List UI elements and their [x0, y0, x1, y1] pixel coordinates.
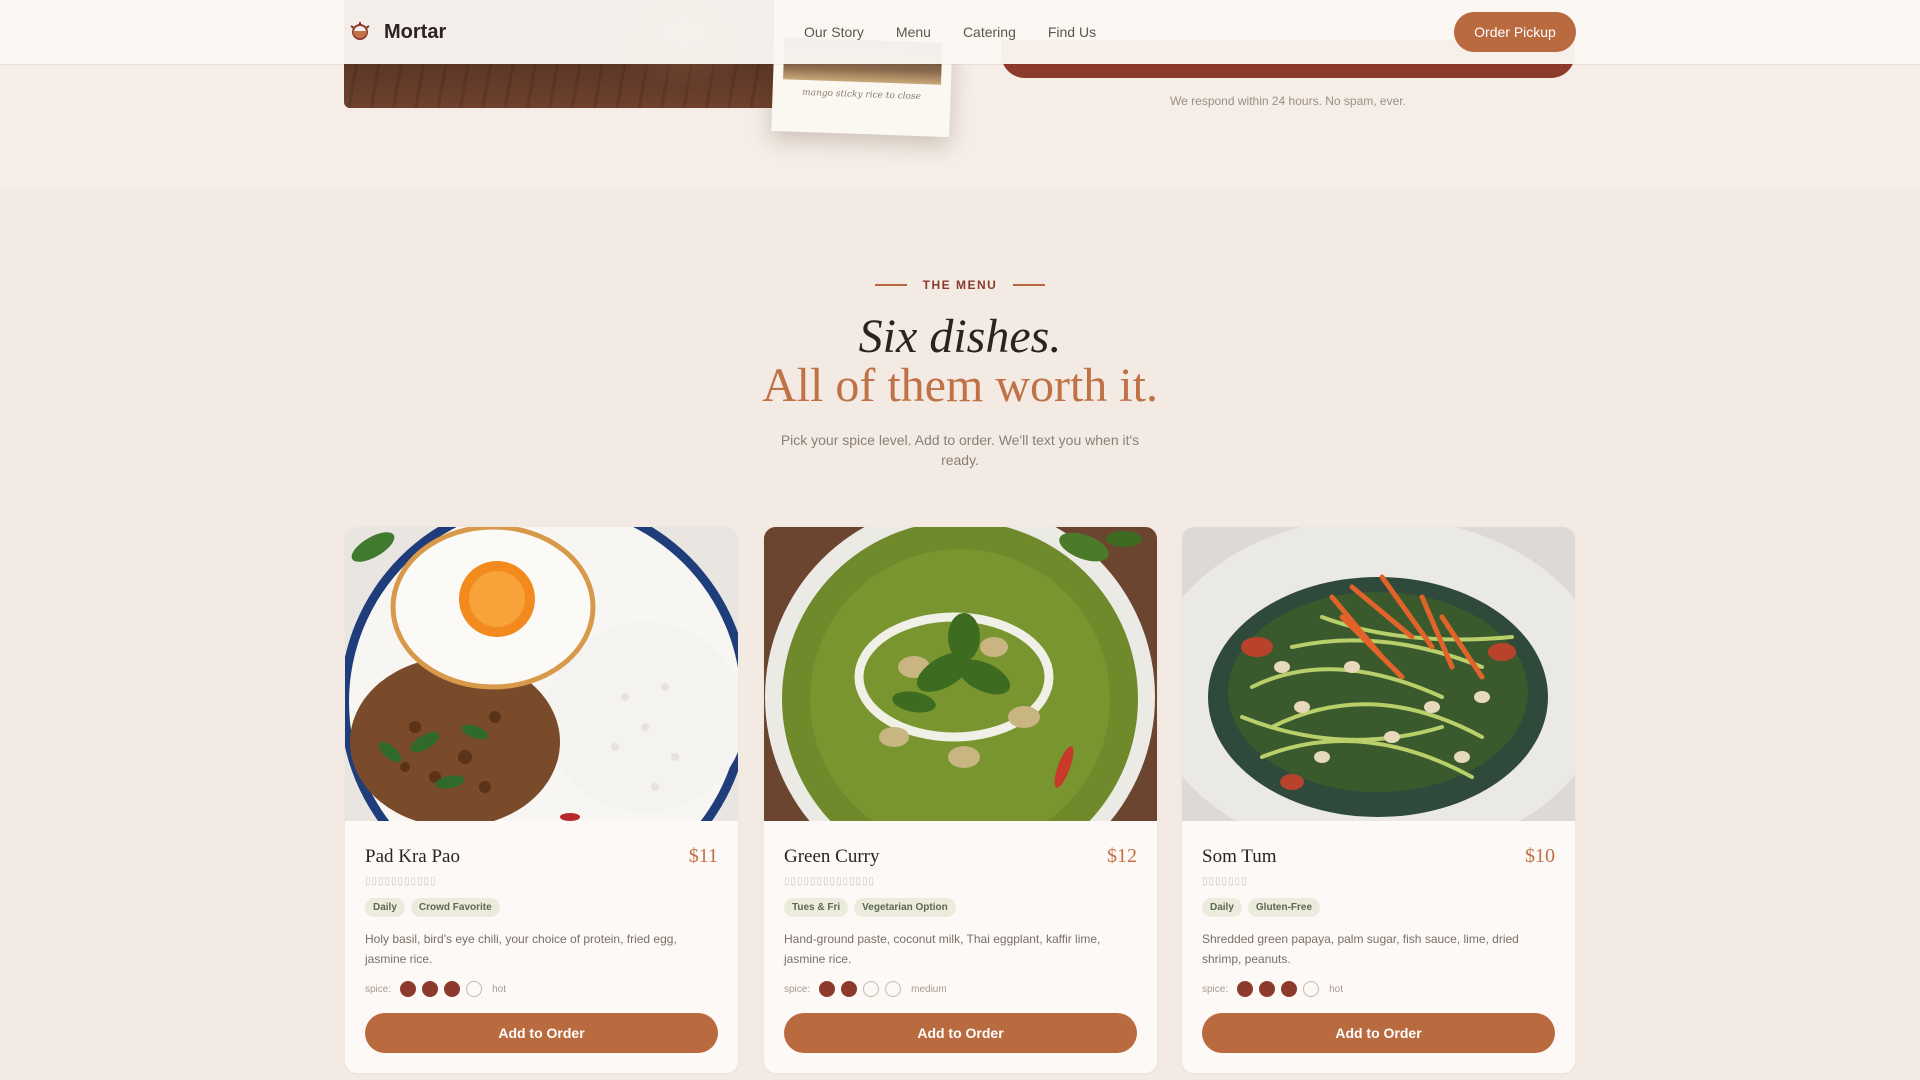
dish-price: $12	[1107, 845, 1137, 867]
spice-dot-4[interactable]	[885, 981, 902, 997]
dish-photo-pad-kra-pao	[345, 527, 738, 821]
dish-name: Green Curry	[784, 846, 880, 867]
add-to-order-button[interactable]: Add to Order	[784, 1013, 1137, 1053]
tag: Tues & Fri	[784, 898, 849, 917]
tag: Crowd Favorite	[410, 898, 500, 917]
spice-selector: spice: medium	[784, 979, 1137, 999]
spice-selector: spice: hot	[365, 979, 718, 999]
spice-label: spice:	[784, 983, 811, 995]
placeholder-glyphs: ▯▯▯▯▯▯▯▯▯▯▯▯▯▯	[784, 876, 876, 887]
order-pickup-button[interactable]: Order Pickup	[1454, 12, 1576, 52]
spice-dot-3[interactable]	[863, 981, 880, 997]
spice-dot-4[interactable]	[466, 981, 483, 997]
tag: Daily	[365, 898, 405, 917]
nav-links: Our Story Menu Catering Find Us	[804, 24, 1096, 40]
headline-line-2: All of them worth it.	[762, 359, 1158, 412]
placeholder-glyphs: ▯▯▯▯▯▯▯	[1202, 876, 1248, 887]
spice-dot-1[interactable]	[819, 981, 836, 997]
dish-price: $10	[1525, 845, 1555, 867]
spice-dot-1[interactable]	[400, 981, 417, 997]
spice-label: spice:	[1202, 983, 1229, 995]
dish-photo-green-curry	[764, 527, 1157, 821]
tag: Gluten-Free	[1247, 898, 1321, 917]
spice-dot-3[interactable]	[444, 981, 461, 997]
eyebrow-rule-right	[1013, 284, 1046, 286]
respond-note: We respond within 24 hours. No spam, eve…	[1170, 94, 1406, 108]
headline-line-1: Six dishes.	[858, 310, 1062, 363]
menu-card-pad-kra-pao: Pad Kra Pao $11 ▯▯▯▯▯▯▯▯▯▯▯ Daily Crowd …	[345, 527, 738, 1073]
spice-level-text: hot	[492, 983, 507, 995]
nav-link-find-us[interactable]: Find Us	[1048, 24, 1096, 40]
dish-description: Shredded green papaya, palm sugar, fish …	[1202, 932, 1519, 966]
placeholder-glyphs: ▯▯▯▯▯▯▯▯▯▯▯	[365, 876, 437, 887]
dish-tags: Daily Crowd Favorite	[365, 898, 718, 917]
dish-photo-som-tum	[1182, 527, 1575, 821]
add-to-order-button[interactable]: Add to Order	[365, 1013, 718, 1053]
spice-level-text: medium	[911, 983, 947, 995]
spice-selector: spice: hot	[1202, 979, 1555, 999]
tag: Daily	[1202, 898, 1242, 917]
dish-name: Som Tum	[1202, 846, 1277, 867]
nav-link-menu[interactable]: Menu	[896, 24, 931, 40]
dish-description: Hand-ground paste, coconut milk, Thai eg…	[784, 932, 1101, 966]
dish-name: Pad Kra Pao	[365, 846, 460, 867]
brand[interactable]: Mortar	[348, 20, 446, 44]
tag: Vegetarian Option	[854, 898, 956, 917]
dish-tags: Daily Gluten-Free	[1202, 898, 1555, 917]
mortar-logo-icon	[350, 22, 370, 40]
nav-link-our-story[interactable]: Our Story	[804, 24, 864, 40]
spice-dot-4[interactable]	[1303, 981, 1320, 997]
menu-headline: Six dishes. All of them worth it.	[0, 312, 1920, 410]
eyebrow-text: THE MENU	[922, 278, 998, 292]
dish-tags: Tues & Fri Vegetarian Option	[784, 898, 1137, 917]
spice-dot-1[interactable]	[1237, 981, 1254, 997]
spice-dot-2[interactable]	[1259, 981, 1276, 997]
dish-description: Holy basil, bird's eye chili, your choic…	[365, 932, 677, 966]
spice-dot-2[interactable]	[422, 981, 439, 997]
add-to-order-button[interactable]: Add to Order	[1202, 1013, 1555, 1053]
top-nav: Mortar Our Story Menu Catering Find Us O…	[0, 0, 1920, 64]
spice-label: spice:	[365, 983, 392, 995]
brand-name: Mortar	[384, 20, 447, 43]
spice-dot-2[interactable]	[841, 981, 858, 997]
menu-subhead: Pick your spice level. Add to order. We'…	[780, 432, 1140, 468]
polaroid-caption: mango sticky rice to close	[801, 87, 922, 103]
nav-link-catering[interactable]: Catering	[963, 24, 1016, 40]
menu-eyebrow: THE MENU	[0, 278, 1920, 292]
menu-card-som-tum: Som Tum $10 ▯▯▯▯▯▯▯ Daily Gluten-Free Sh…	[1182, 527, 1575, 1073]
eyebrow-rule-left	[874, 284, 907, 286]
spice-level-text: hot	[1329, 983, 1344, 995]
spice-dot-3[interactable]	[1281, 981, 1298, 997]
dish-price: $11	[688, 845, 718, 867]
menu-card-green-curry: Green Curry $12 ▯▯▯▯▯▯▯▯▯▯▯▯▯▯ Tues & Fr…	[764, 527, 1157, 1073]
